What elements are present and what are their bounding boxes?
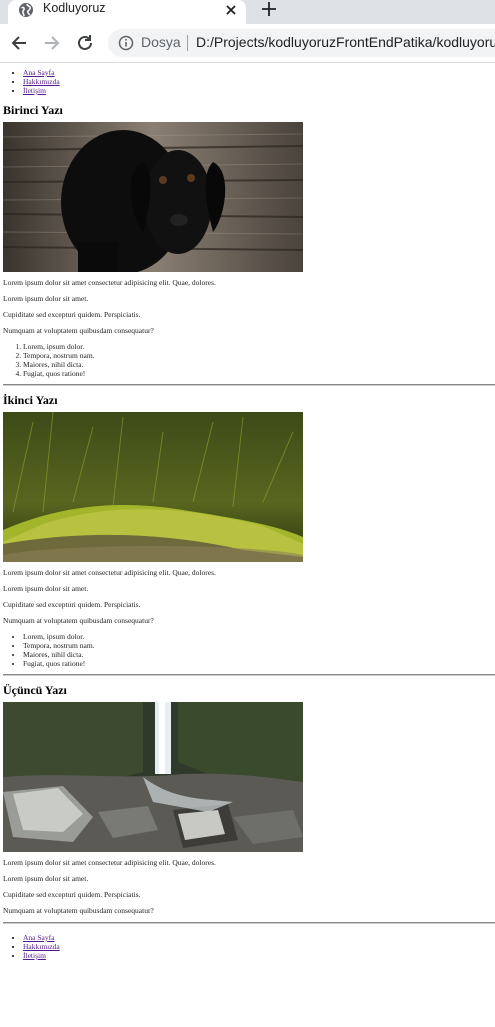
browser-toolbar: Dosya D:/Projects/kodluyoruzFrontEndPati…	[0, 24, 495, 63]
top-nav-item: Hakkımızda	[23, 77, 495, 86]
security-label: Dosya	[141, 34, 181, 50]
browser-tabstrip: Kodluyoruz	[0, 0, 495, 24]
nav-link-about[interactable]: Hakkımızda	[23, 942, 60, 951]
nav-link-contact[interactable]: İletişim	[23, 86, 46, 95]
top-nav-item: İletişim	[23, 86, 495, 95]
list-item: Maiores, nihil dicta.	[23, 650, 495, 659]
list-item: Maiores, nihil dicta.	[23, 360, 495, 369]
article-title: İkinci Yazı	[3, 393, 58, 407]
omnibox-divider	[187, 35, 188, 51]
info-icon[interactable]	[118, 35, 134, 51]
nav-link-home[interactable]: Ana Sayfa	[23, 933, 54, 942]
close-icon[interactable]	[223, 2, 239, 18]
bottom-nav: Ana Sayfa Hakkımızda İletişim	[0, 933, 495, 960]
list-item: Lorem, ipsum dolor.	[23, 342, 495, 351]
article-paragraph: Lorem ipsum dolor sit amet consectetur a…	[3, 568, 216, 577]
url-text[interactable]: D:/Projects/kodluyoruzFrontEndPatika/kod…	[196, 34, 495, 50]
bottom-nav-item: Ana Sayfa	[23, 933, 495, 942]
top-nav: Ana Sayfa Hakkımızda İletişim	[0, 68, 495, 95]
black-puppy-photo	[3, 122, 303, 272]
article-second: İkinci Yazı Lorem ipsum dolor sit amet c…	[0, 393, 495, 676]
nav-link-home[interactable]: Ana Sayfa	[23, 68, 54, 77]
article-paragraph: Numquam at voluptatem quibusdam consequa…	[3, 326, 154, 335]
article-paragraph: Lorem ipsum dolor sit amet consectetur a…	[3, 858, 216, 867]
article-paragraph: Numquam at voluptatem quibusdam consequa…	[3, 906, 154, 915]
nav-link-contact[interactable]: İletişim	[23, 951, 46, 960]
list-item: Fugiat, quos ratione!	[23, 369, 495, 378]
globe-icon	[19, 3, 33, 17]
article-first: Birinci Yazı Lorem ipsum dolor sit amet …	[0, 103, 495, 386]
new-tab-icon[interactable]	[260, 0, 278, 18]
top-nav-item: Ana Sayfa	[23, 68, 495, 77]
article-ordered-list: Lorem, ipsum dolor. Tempora, nostrum nam…	[0, 342, 495, 378]
tab-title: Kodluyoruz	[43, 1, 106, 15]
article-paragraph: Lorem ipsum dolor sit amet.	[3, 584, 89, 593]
list-item: Tempora, nostrum nam.	[23, 641, 495, 650]
list-item: Lorem, ipsum dolor.	[23, 632, 495, 641]
article-paragraph: Lorem ipsum dolor sit amet consectetur a…	[3, 278, 216, 287]
back-arrow-icon[interactable]	[10, 34, 28, 52]
browser-tab[interactable]: Kodluyoruz	[8, 0, 246, 24]
article-paragraph: Cupiditate sed excepturi quidem. Perspic…	[3, 310, 141, 319]
article-title: Birinci Yazı	[3, 103, 63, 117]
article-paragraph: Cupiditate sed excepturi quidem. Perspic…	[3, 890, 141, 899]
section-divider	[3, 674, 495, 676]
address-bar[interactable]: Dosya D:/Projects/kodluyoruzFrontEndPati…	[108, 29, 495, 57]
article-third: Üçüncü Yazı Lorem ipsum dolor sit amet c…	[0, 683, 495, 924]
article-paragraph: Lorem ipsum dolor sit amet.	[3, 294, 89, 303]
section-divider	[3, 922, 495, 924]
article-title: Üçüncü Yazı	[3, 683, 67, 697]
article-unordered-list: Lorem, ipsum dolor. Tempora, nostrum nam…	[0, 632, 495, 668]
bottom-nav-item: İletişim	[23, 951, 495, 960]
article-paragraph: Cupiditate sed excepturi quidem. Perspic…	[3, 600, 141, 609]
page-content: Ana Sayfa Hakkımızda İletişim Birinci Ya…	[0, 63, 495, 960]
forest-moss-photo	[3, 412, 303, 562]
nav-link-about[interactable]: Hakkımızda	[23, 77, 60, 86]
list-item: Tempora, nostrum nam.	[23, 351, 495, 360]
waterfall-rocks-photo	[3, 702, 303, 852]
section-divider	[3, 384, 495, 386]
article-paragraph: Numquam at voluptatem quibusdam consequa…	[3, 616, 154, 625]
article-paragraph: Lorem ipsum dolor sit amet.	[3, 874, 89, 883]
reload-icon[interactable]	[76, 34, 94, 52]
forward-arrow-icon[interactable]	[43, 34, 61, 52]
list-item: Fugiat, quos ratione!	[23, 659, 495, 668]
bottom-nav-item: Hakkımızda	[23, 942, 495, 951]
